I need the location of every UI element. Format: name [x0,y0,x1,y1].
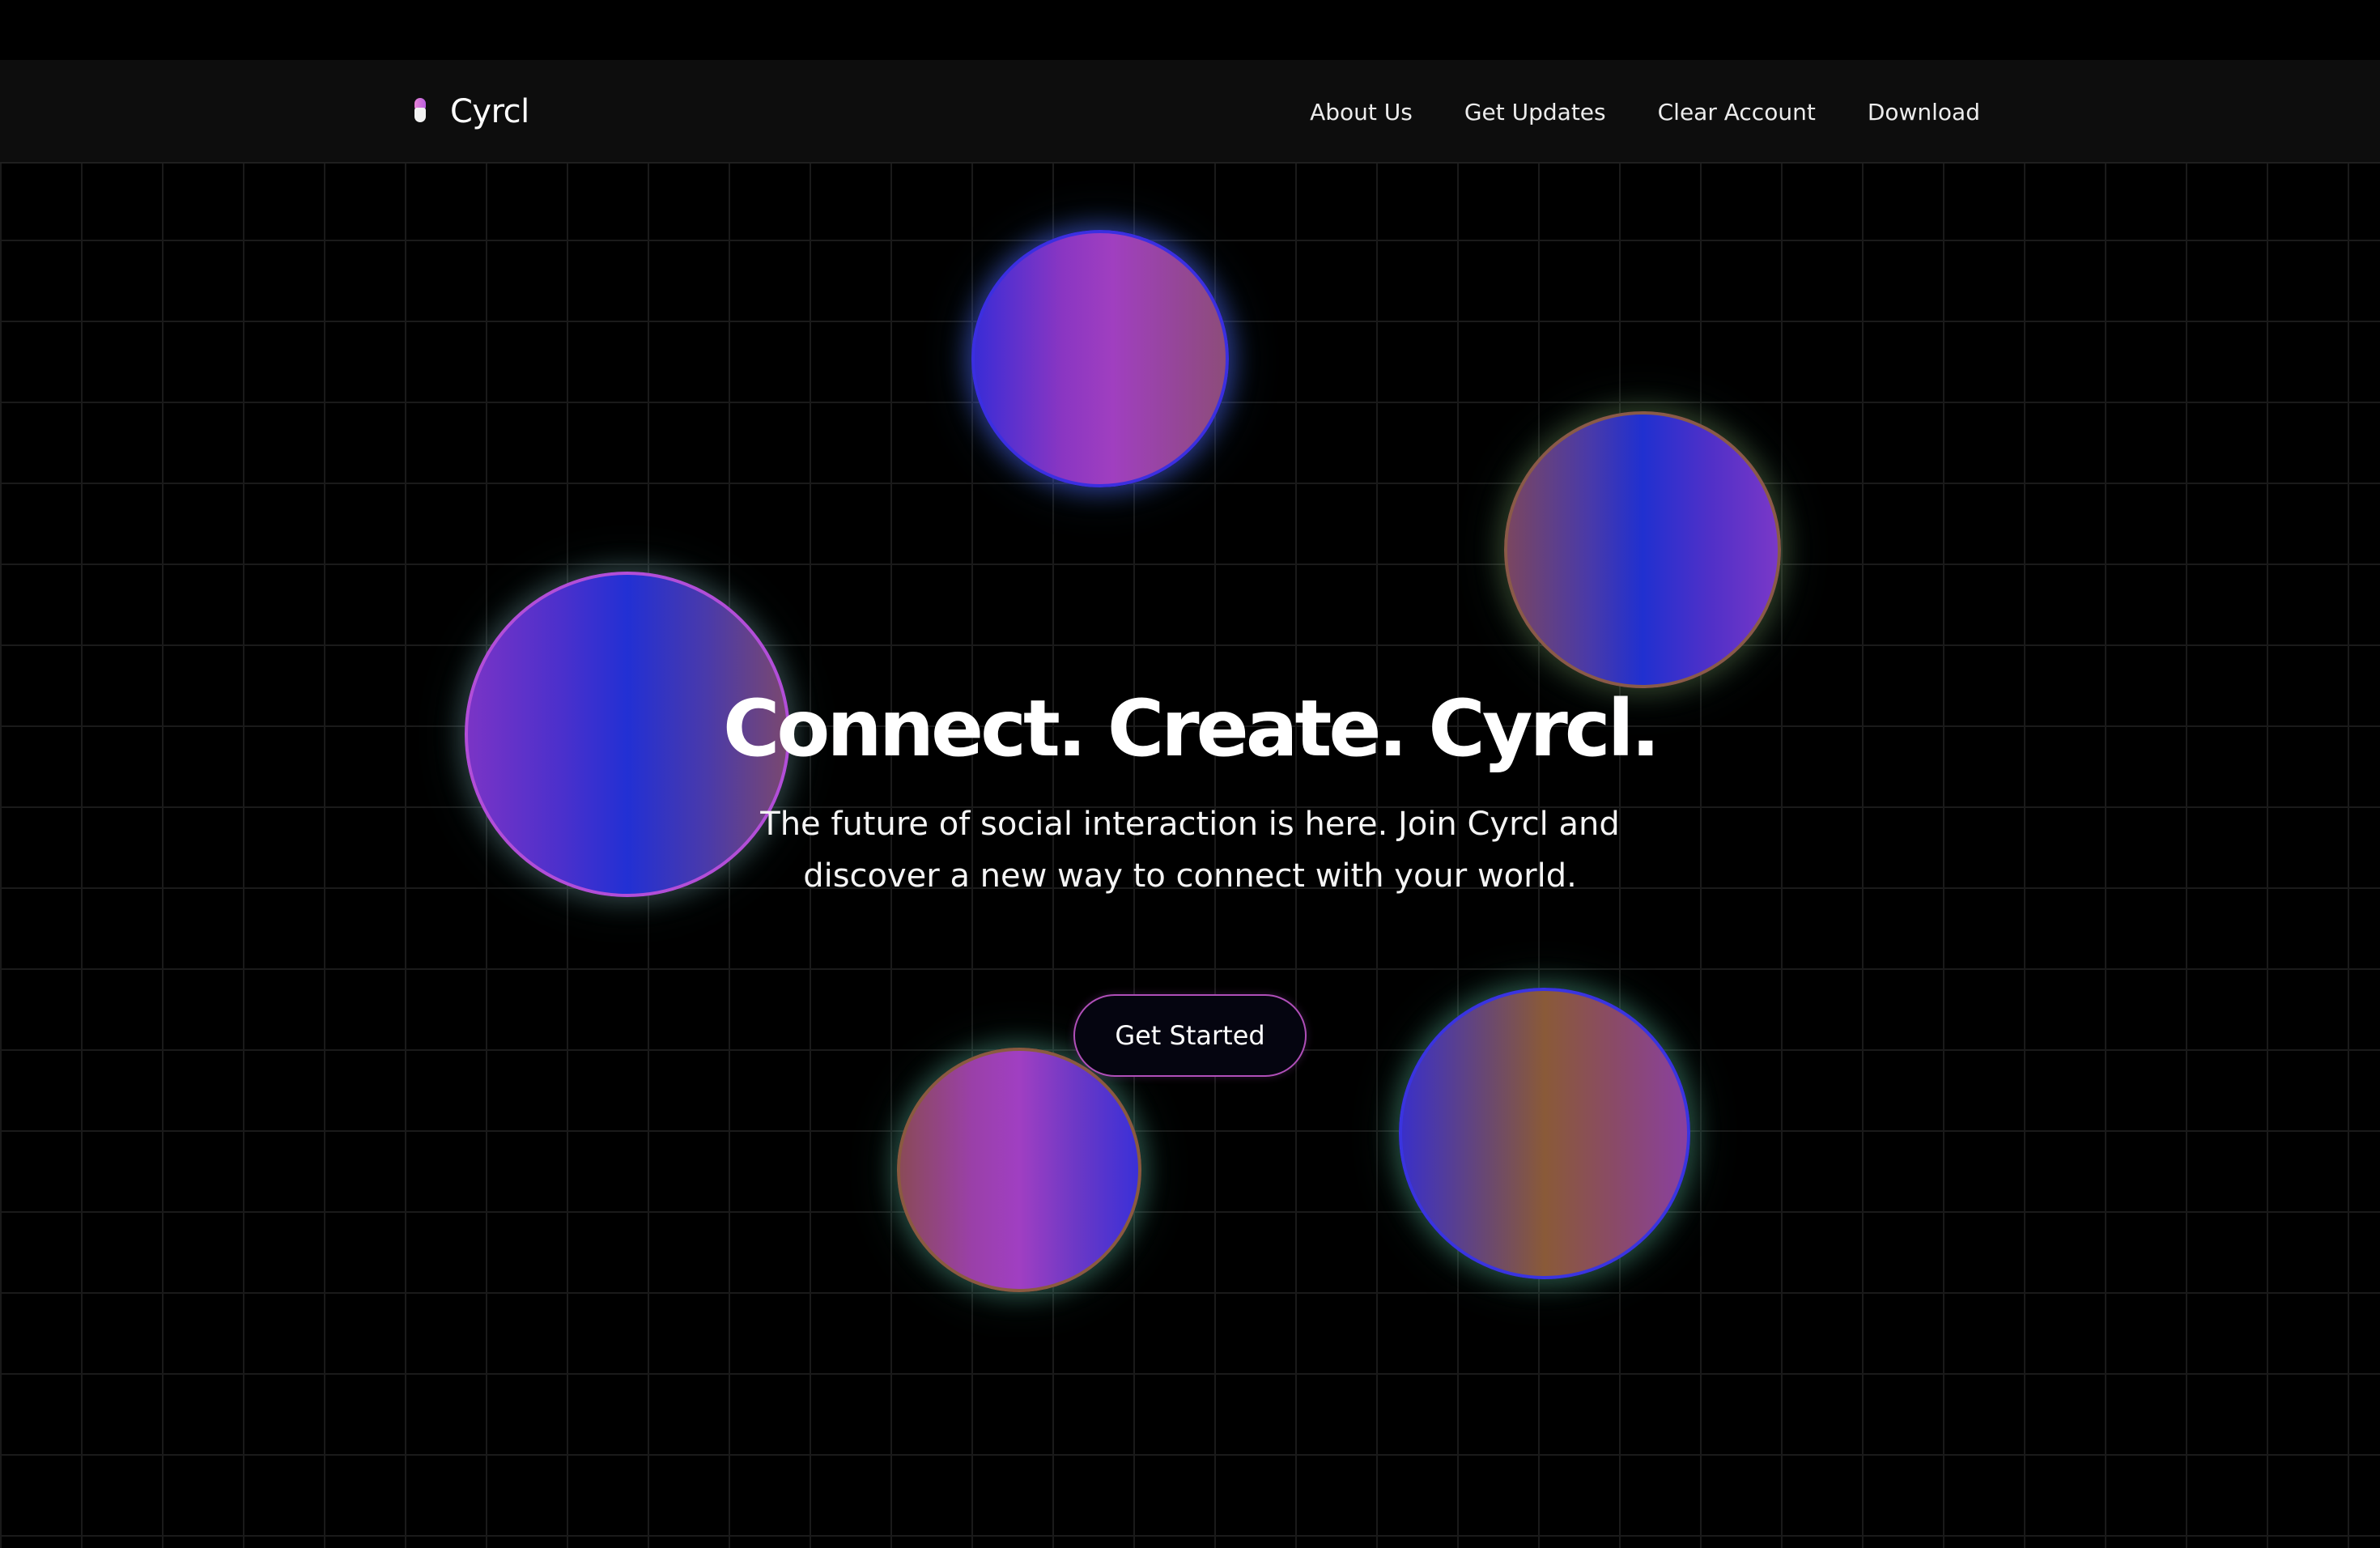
hero-title: Connect. Create. Cyrcl. [722,683,1660,774]
gradient-orb-top [971,230,1229,487]
brand-name: Cyrcl [450,93,529,130]
capsule-logo-icon [411,98,429,125]
brand[interactable]: Cyrcl [411,60,529,164]
nav-links: About Us Get Updates Clear Account Downl… [1310,60,1980,164]
cta-container: Get Started [0,994,2380,1077]
landing-page: Cyrcl About Us Get Updates Clear Account… [0,0,2380,1548]
navbar: Cyrcl About Us Get Updates Clear Account… [0,60,2380,164]
nav-link-download[interactable]: Download [1868,99,1980,125]
get-started-button[interactable]: Get Started [1073,994,1307,1077]
gradient-orb-bottom-left [897,1048,1141,1292]
nav-link-about-us[interactable]: About Us [1310,99,1413,125]
hero-subtitle: The future of social interaction is here… [760,806,1620,895]
hero-section: Connect. Create. Cyrcl. The future of so… [0,672,2380,902]
gradient-orb-right [1504,411,1781,688]
top-strip [0,0,2380,60]
nav-link-get-updates[interactable]: Get Updates [1464,99,1606,125]
nav-link-clear-account[interactable]: Clear Account [1658,99,1816,125]
